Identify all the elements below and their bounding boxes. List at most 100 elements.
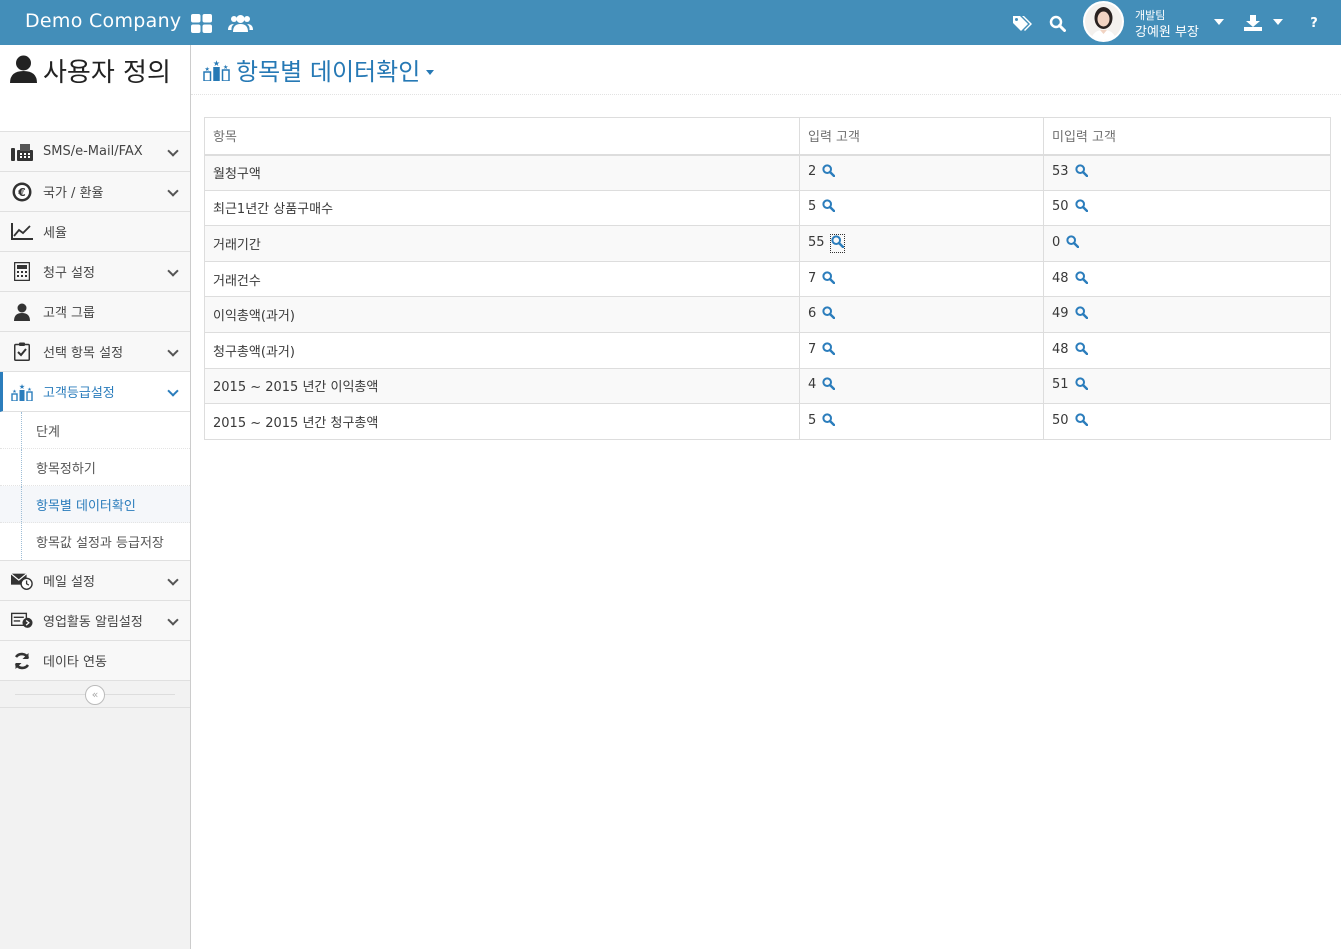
count-value: 55 — [808, 234, 825, 250]
svg-text:★: ★ — [213, 59, 220, 68]
page-title[interactable]: ★ ★ ★ 항목별 데이터확인 — [203, 52, 435, 87]
sidebar-item-mail-settings[interactable]: 메일 설정 — [0, 561, 190, 601]
search-icon[interactable] — [822, 164, 836, 181]
svg-text:★: ★ — [205, 66, 210, 73]
search-icon[interactable] — [1066, 235, 1080, 252]
chevron-down-icon — [167, 385, 179, 397]
tags-icon[interactable] — [1011, 12, 1033, 34]
search-icon[interactable] — [822, 377, 836, 394]
line-chart-icon — [11, 222, 33, 242]
column-header-input-customers: 입력 고객 — [799, 117, 1044, 156]
search-icon[interactable] — [822, 270, 836, 288]
sidebar-item-billing-settings[interactable]: 청구 설정 — [0, 252, 190, 292]
search-icon[interactable] — [1074, 413, 1088, 430]
cell-input-count: 55 — [799, 225, 1044, 262]
dashboard-grid-icon[interactable] — [190, 12, 212, 34]
cell-item: 최근1년간 상품구매수 — [204, 189, 800, 227]
submenu-item-stages[interactable]: 단계 — [0, 412, 190, 449]
sidebar-item-tax-rate[interactable]: 세율 — [0, 212, 190, 252]
search-icon[interactable] — [822, 306, 836, 323]
page-title-text: 항목별 데이터확인 — [236, 58, 421, 86]
table-row: 거래건수 7 48 — [204, 260, 1331, 298]
table-row: 2015 ~ 2015 년간 이익총액 4 51 — [204, 367, 1331, 405]
download-icon[interactable] — [1242, 12, 1264, 34]
search-icon[interactable] — [1074, 306, 1088, 323]
sidebar-item-selection-settings[interactable]: 선택 항목 설정 — [0, 332, 190, 372]
sidebar-collapse-bar: « — [0, 681, 190, 708]
search-icon[interactable] — [822, 413, 836, 430]
count-value: 48 — [1052, 270, 1069, 286]
users-group-icon[interactable] — [227, 12, 253, 34]
cell-item: 청구총액(과거) — [204, 331, 800, 369]
sidebar-item-label: 고객 그룹 — [43, 306, 95, 321]
user-menu-caret-icon[interactable] — [1214, 19, 1224, 25]
sidebar-item-label: SMS/e-Mail/FAX — [43, 144, 143, 159]
cell-item: 이익총액(과거) — [204, 296, 800, 333]
search-icon[interactable] — [1074, 270, 1088, 288]
cell-input-count: 7 — [799, 331, 1044, 369]
chevron-down-icon — [167, 185, 179, 197]
submenu-item-value-settings[interactable]: 항목값 설정과 등급저장 — [0, 523, 190, 560]
count-value: 50 — [1052, 412, 1069, 428]
sidebar-item-data-sync[interactable]: 데이타 연동 — [0, 641, 190, 681]
user-avatar[interactable] — [1083, 1, 1124, 42]
count-value: 49 — [1052, 306, 1069, 322]
count-value: 4 — [808, 377, 817, 393]
svg-text:★: ★ — [19, 383, 25, 391]
sidebar-item-customer-group[interactable]: 고객 그룹 — [0, 292, 190, 332]
count-value: 6 — [808, 306, 817, 322]
sidebar-item-label: 영업활동 알림설정 — [43, 615, 143, 630]
search-icon[interactable] — [829, 233, 845, 253]
user-name[interactable]: 강예원 부장 — [1135, 21, 1199, 40]
submenu-item-define-items[interactable]: 항목정하기 — [0, 449, 190, 486]
search-icon[interactable] — [1074, 199, 1088, 216]
table-row: 2015 ~ 2015 년간 청구총액 5 50 — [204, 403, 1331, 440]
sidebar-item-country-exchange[interactable]: € 국가 / 환율 — [0, 172, 190, 212]
search-icon[interactable] — [822, 199, 836, 216]
help-icon[interactable]: ? — [1303, 12, 1325, 34]
clipboard-check-icon — [11, 342, 33, 362]
collapse-sidebar-icon[interactable]: « — [85, 685, 105, 705]
sidebar-item-label: 고객등급설정 — [43, 386, 115, 401]
notification-icon — [11, 611, 33, 631]
search-icon[interactable] — [1074, 342, 1088, 359]
count-value: 53 — [1052, 164, 1069, 180]
search-icon[interactable] — [1046, 12, 1068, 34]
brand-name[interactable]: Demo Company — [25, 10, 181, 32]
ranking-icon: ★ ★ ★ — [11, 382, 33, 402]
svg-text:★: ★ — [223, 64, 228, 71]
table-row: 이익총액(과거) 6 49 — [204, 296, 1331, 333]
sidebar-item-customer-grade[interactable]: ★ ★ ★ 고객등급설정 — [0, 372, 190, 412]
sidebar-item-label: 청구 설정 — [43, 266, 95, 281]
count-value: 0 — [1052, 234, 1061, 250]
count-value: 2 — [808, 164, 817, 180]
svg-text:★: ★ — [27, 387, 32, 393]
cell-item: 거래기간 — [204, 225, 800, 262]
cell-input-count: 5 — [799, 189, 1044, 227]
download-menu-caret-icon[interactable] — [1273, 19, 1283, 25]
sidebar-item-label: 데이타 연동 — [43, 655, 107, 670]
cell-input-count: 2 — [799, 154, 1044, 191]
sidebar-item-label: 국가 / 환율 — [43, 186, 104, 201]
count-value: 5 — [808, 412, 817, 428]
sidebar-item-label: 세율 — [43, 226, 67, 241]
chevron-down-icon — [167, 145, 179, 157]
cell-item: 월청구액 — [204, 154, 800, 191]
euro-icon: € — [11, 182, 33, 202]
sidebar-item-label: 메일 설정 — [43, 575, 95, 590]
search-icon[interactable] — [1074, 377, 1088, 394]
ranking-icon: ★ ★ ★ — [203, 59, 230, 81]
sidebar-item-sales-notification[interactable]: 영업활동 알림설정 — [0, 601, 190, 641]
sidebar-item-sms[interactable]: SMS/e-Mail/FAX — [0, 132, 190, 172]
submenu-item-data-by-item[interactable]: 항목별 데이터확인 — [0, 486, 190, 523]
search-icon[interactable] — [1074, 164, 1088, 181]
title-dropdown-caret-icon[interactable] — [426, 70, 435, 75]
count-value: 50 — [1052, 199, 1069, 215]
search-icon[interactable] — [822, 342, 836, 359]
chevron-down-icon — [167, 614, 179, 626]
table-header-row: 항목 입력 고객 미입력 고객 — [204, 117, 1331, 156]
cell-missing-count: 50 — [1043, 403, 1331, 440]
calculator-icon — [11, 262, 33, 282]
column-header-missing-customers: 미입력 고객 — [1043, 117, 1331, 156]
fax-icon — [11, 142, 33, 162]
